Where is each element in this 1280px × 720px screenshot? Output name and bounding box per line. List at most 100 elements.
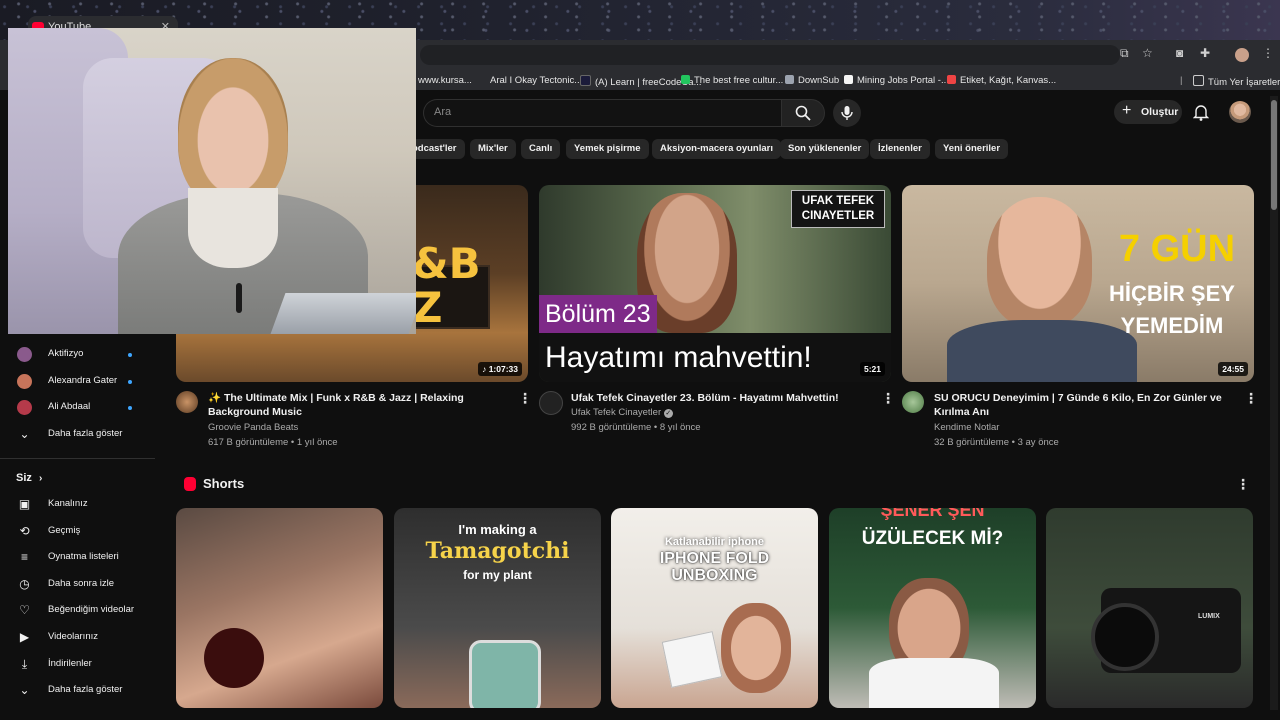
webcam-desk — [270, 293, 416, 334]
channel-name[interactable]: Ufak Tefek Cinayetler ✓ — [571, 407, 673, 418]
channel-avatar[interactable] — [902, 391, 924, 413]
profile-icon[interactable] — [1235, 48, 1249, 62]
bookmark-favicon-icon — [681, 75, 690, 84]
create-label: Oluştur — [1141, 106, 1179, 118]
bookmark-favicon-icon — [947, 75, 956, 84]
search-box[interactable] — [423, 99, 782, 127]
filter-chip[interactable]: Yemek pişirme — [566, 139, 649, 159]
short-thumbnail[interactable]: I'm making a Tamagotchi for my plant — [394, 508, 601, 708]
sidebar-item-watch-later[interactable]: ◷ Daha sonra izle — [0, 572, 155, 598]
bookmark-label: The best free cultur... — [694, 75, 784, 86]
search-input[interactable]: Ara — [434, 106, 451, 118]
short-thumbnail[interactable] — [176, 508, 383, 708]
address-bar[interactable] — [420, 45, 1120, 65]
thumb-text: YEMEDİM — [1120, 313, 1224, 338]
more-options-icon[interactable]: ⋮ — [1236, 476, 1250, 493]
sidebar-item-label: İndirilenler — [48, 658, 92, 669]
bookmark-star-icon[interactable]: ☆ — [1142, 46, 1153, 64]
chevron-down-icon: ⌄ — [19, 427, 30, 441]
channel-avatar[interactable] — [539, 391, 563, 415]
notifications-button[interactable] — [1190, 101, 1212, 123]
thumb-mouth — [204, 628, 264, 688]
short-thumbnail[interactable]: ŞENER ŞEN ÜZÜLECEK Mİ? — [829, 508, 1036, 708]
bookmark-item[interactable]: Aral I Okay Tectonic... — [490, 75, 582, 86]
video-title[interactable]: SU ORUCU Deneyimim | 7 Günde 6 Kilo, En … — [934, 391, 1244, 419]
more-options-icon[interactable]: ⋮ — [1244, 390, 1258, 407]
scrollbar-thumb[interactable] — [1271, 100, 1277, 210]
filter-chip[interactable]: Yeni öneriler — [935, 139, 1009, 159]
bookmark-item[interactable]: DownSub — [785, 75, 839, 86]
bookmark-item[interactable]: Mining Jobs Portal -... — [844, 75, 949, 86]
account-avatar[interactable] — [1229, 101, 1251, 123]
extensions-icon[interactable]: ✚ — [1200, 46, 1210, 64]
subscription-item[interactable]: Alexandra Gater — [0, 369, 155, 395]
show-more-button[interactable]: ⌄ Daha fazla göster — [0, 422, 155, 448]
subscription-item[interactable]: Ali Abdaal — [0, 395, 155, 421]
voice-search-button[interactable] — [833, 99, 861, 127]
subscription-label: Aktifizyo — [48, 348, 84, 359]
short-thumbnail[interactable]: LUMIX — [1046, 508, 1253, 708]
chevron-down-icon: ⌄ — [19, 683, 30, 697]
video-duration: 5:21 — [859, 362, 885, 376]
channel-name[interactable]: Kendime Notlar — [934, 422, 999, 433]
short-caption: Katlanabilir iphone — [664, 536, 764, 548]
video-duration: ♪ 1:07:33 — [478, 362, 522, 376]
thumb-logo: UFAK TEFEK CINAYETLER — [791, 190, 885, 228]
screenshot-icon[interactable]: ◙ — [1176, 46, 1183, 64]
video-thumbnail[interactable]: 7 GÜN HİÇBİR ŞEY YEMEDİM 24:55 — [902, 185, 1254, 382]
filter-chip[interactable]: Aksiyon-macera oyunları — [652, 139, 781, 159]
video-title[interactable]: ✨ The Ultimate Mix | Funk x R&B & Jazz |… — [208, 391, 513, 419]
filter-chip[interactable]: Canlı — [521, 139, 561, 159]
short-thumbnail[interactable]: Katlanabilir iphone IPHONE FOLD UNBOXING — [611, 508, 818, 708]
like-icon: ♡ — [19, 603, 30, 617]
sidebar-item-liked-videos[interactable]: ♡ Beğendiğim videolar — [0, 598, 155, 624]
search-button[interactable] — [781, 99, 825, 127]
bookmark-item[interactable]: The best free cultur... — [681, 75, 783, 86]
bookmark-label: Etiket, Kağıt, Kanvas... — [960, 75, 1057, 86]
sidebar-item-playlists[interactable]: ≡ Oynatma listeleri — [0, 545, 155, 571]
channel-name[interactable]: Groovie Panda Beats — [208, 422, 298, 433]
microphone-icon — [841, 106, 853, 120]
sidebar-item-label: Beğendiğim videolar — [48, 604, 135, 615]
you-section-heading[interactable]: Siz › — [16, 472, 42, 484]
your-videos-icon: ▶ — [19, 630, 30, 644]
show-more-button[interactable]: ⌄ Daha fazla göster — [0, 678, 155, 704]
webcam-microphone — [236, 283, 242, 313]
thumb-lens — [1091, 603, 1159, 671]
video-duration: 24:55 — [1218, 362, 1248, 376]
bookmark-item[interactable]: www.kursa... — [418, 75, 472, 86]
all-bookmarks-button[interactable]: Tüm Yer İşaretleri — [1193, 75, 1280, 88]
sidebar-item-channel[interactable]: ▣ Kanalınız — [0, 492, 155, 518]
more-options-icon[interactable]: ⋮ — [518, 390, 532, 407]
filter-chip[interactable]: Son yüklenenler — [780, 139, 870, 159]
channel-avatar — [17, 374, 32, 389]
sidebar-item-downloads[interactable]: ⤓ İndirilenler — [0, 652, 155, 678]
sidebar-item-label: Oynatma listeleri — [48, 551, 119, 562]
video-meta: 617 B görüntüleme • 1 yıl önce — [208, 437, 338, 448]
downloads-icon: ⤓ — [21, 657, 28, 671]
short-caption: I'm making a — [458, 522, 537, 537]
new-content-dot — [128, 406, 132, 410]
you-heading-text: Siz — [16, 472, 32, 484]
video-title[interactable]: Ufak Tefek Cinayetler 23. Bölüm - Hayatı… — [571, 391, 871, 405]
folder-icon — [1193, 75, 1204, 86]
more-options-icon[interactable]: ⋮ — [881, 390, 895, 407]
sidebar-divider — [0, 458, 155, 459]
thumb-text: HİÇBİR ŞEY — [1109, 281, 1235, 306]
video-thumbnail[interactable]: UFAK TEFEK CINAYETLER Bölüm 23 Hayatımı … — [539, 185, 891, 382]
create-button[interactable]: + Oluştur — [1114, 100, 1182, 124]
install-app-icon[interactable]: ⧉ — [1120, 46, 1129, 64]
sidebar-item-history[interactable]: ⟲ Geçmiş — [0, 519, 155, 545]
thumb-episode: Bölüm 23 — [539, 295, 657, 333]
sidebar-item-your-videos[interactable]: ▶ Videolarınız — [0, 625, 155, 651]
channel-avatar[interactable] — [176, 391, 198, 413]
filter-chip[interactable]: İzlenenler — [870, 139, 930, 159]
browser-menu-icon[interactable]: ⋮ — [1262, 46, 1274, 64]
subscription-item[interactable]: Aktifizyo — [0, 342, 155, 368]
filter-chip[interactable]: Mix'ler — [470, 139, 516, 159]
history-icon: ⟲ — [19, 524, 30, 538]
bookmark-item[interactable]: Etiket, Kağıt, Kanvas... — [947, 75, 1056, 86]
thumb-phone-box — [661, 631, 723, 688]
sidebar-item-label: Geçmiş — [48, 525, 81, 536]
short-caption: ŞENER ŞEN — [880, 508, 985, 520]
